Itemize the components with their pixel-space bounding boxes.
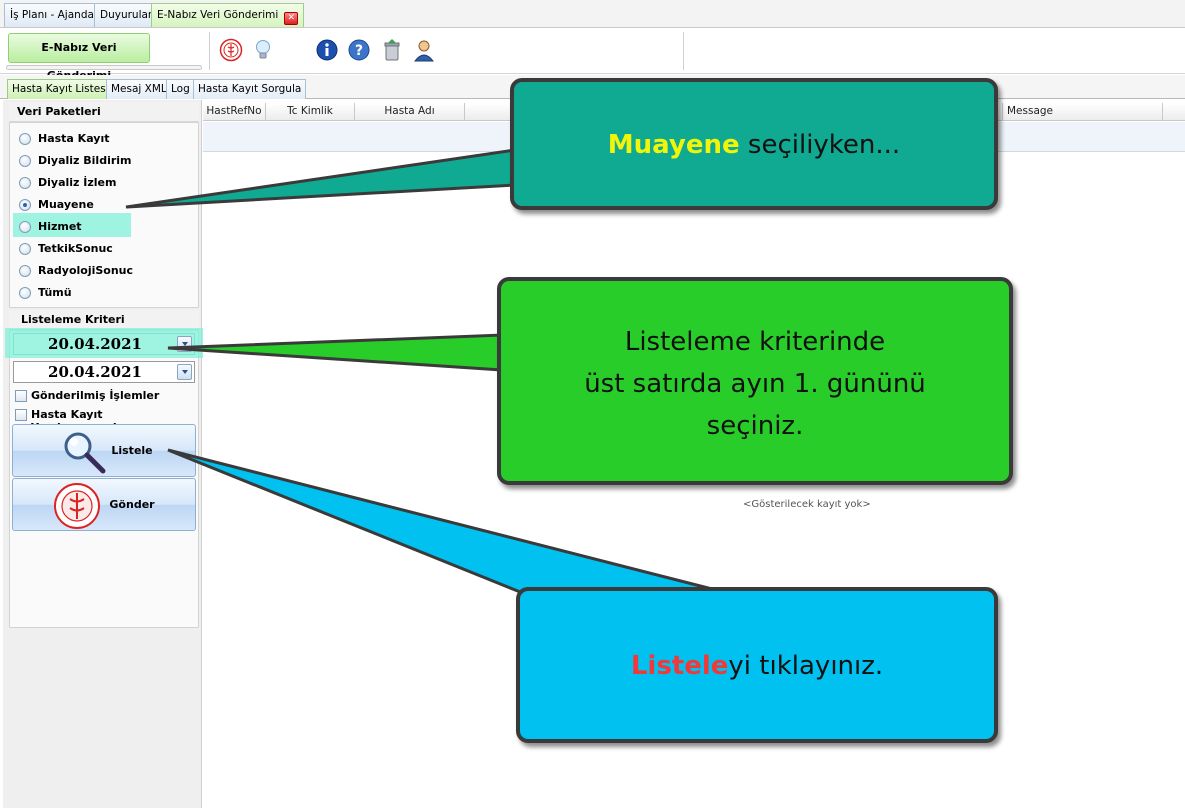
callout-1-text: Muayene seçiliyken...: [514, 130, 994, 160]
callout-2-text: Listeleme kriterinde üst satırda ayın 1.…: [501, 321, 1009, 447]
callout-listeleme-kriteri: Listeleme kriterinde üst satırda ayın 1.…: [497, 277, 1013, 485]
callout-listele: Listeleyi tıklayınız.: [516, 587, 998, 743]
callout-line: seçiniz.: [706, 411, 804, 441]
callout-line: üst satırda ayın 1. gününü: [584, 369, 926, 399]
callout-text: yi tıklayınız.: [728, 651, 884, 681]
callout-1-pointer: [125, 148, 517, 209]
callout-muayene: Muayene seçiliyken...: [510, 78, 998, 210]
callout-2-pointer: [167, 333, 504, 372]
callout-highlight: Listele: [630, 651, 729, 681]
callout-line: Listeleme kriterinde: [624, 327, 886, 357]
callout-highlight: Muayene: [607, 130, 740, 160]
callout-text: seçiliyken...: [739, 130, 901, 160]
callout-3-text: Listeleyi tıklayınız.: [520, 651, 994, 681]
